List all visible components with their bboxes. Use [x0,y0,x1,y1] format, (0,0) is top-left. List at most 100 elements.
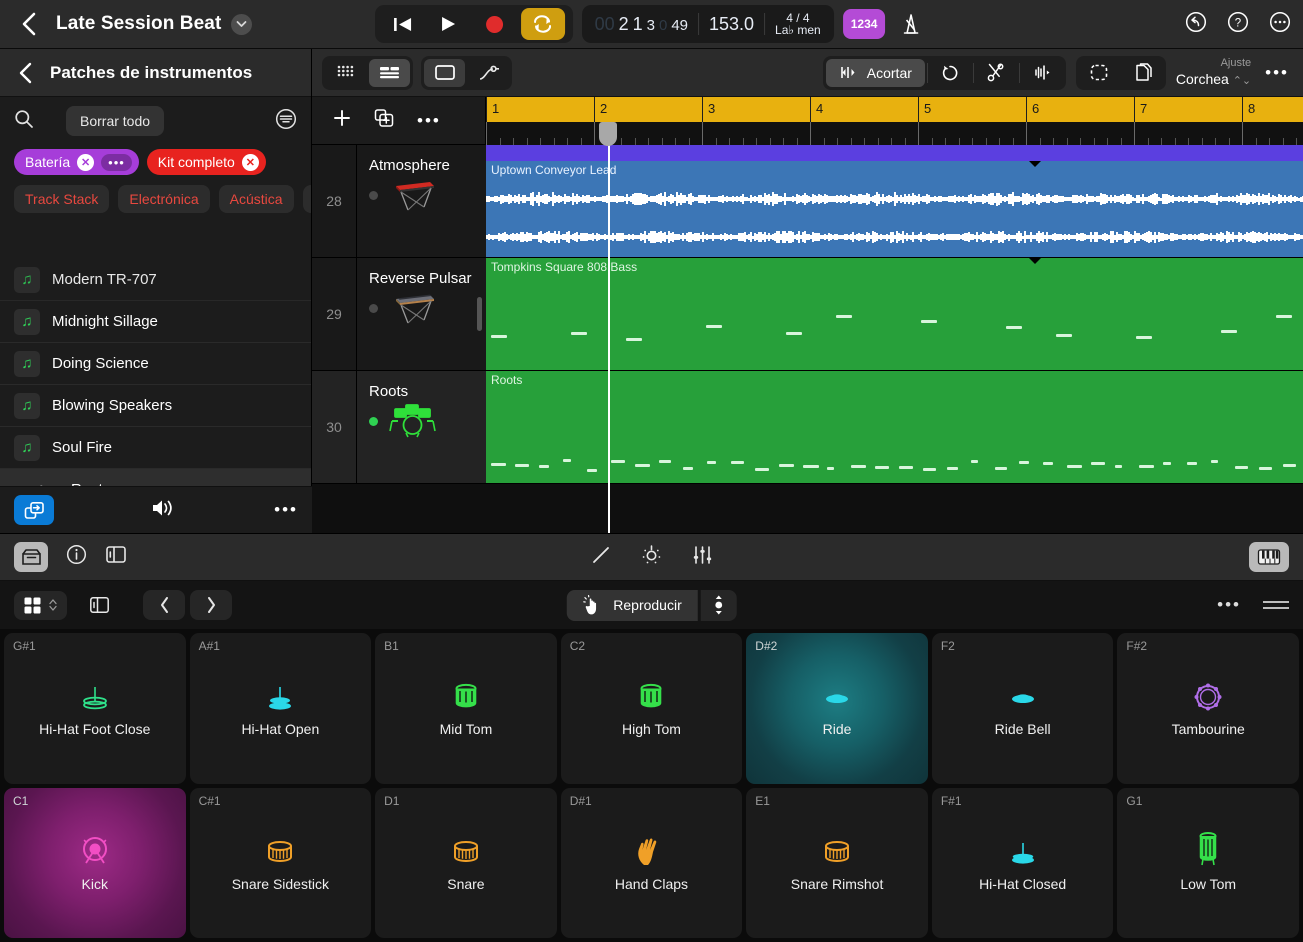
close-icon[interactable]: ✕ [77,153,95,171]
rewind-to-start-button[interactable] [383,9,423,39]
add-track-icon[interactable] [332,108,352,133]
piano-keyboard-icon[interactable] [1249,542,1289,572]
track-resize-handle[interactable] [477,297,482,331]
grid-view-icon[interactable] [325,59,366,87]
track-header-30[interactable]: 30 Roots [312,371,486,484]
filter-token-kit-completo[interactable]: Kit completo ✕ [146,149,266,175]
drum-pad[interactable]: G#1 Hi-Hat Foot Close [4,633,186,784]
count-in-button[interactable]: 1234 [842,9,886,39]
pad-more-button[interactable]: ••• [1217,595,1241,615]
drum-pad[interactable]: C2 High Tom [560,633,743,784]
drum-pad[interactable]: D#1 Hand Claps [560,787,743,938]
drum-pad[interactable]: F#1 Hi-Hat Closed [931,787,1114,938]
drum-pad[interactable]: G1 Low Tom [1117,787,1299,938]
list-item[interactable]: ♫ Modern TR-707 [0,259,311,301]
tempo-value[interactable]: 153.0 [709,14,754,35]
snap-control[interactable]: Ajuste Corchea ⌃⌄ [1176,57,1251,89]
track-record-dot[interactable] [369,417,378,426]
patch-list[interactable]: ♫ Modern TR-707 ♫ Midnight Sillage ♫ Doi… [0,259,311,486]
more-dots-icon[interactable]: ••• [274,500,298,520]
track-record-dot[interactable] [369,304,378,313]
pad-note-label: F#1 [940,793,962,808]
duplicate-track-icon[interactable] [374,108,395,133]
editor-toolbar [0,533,1303,581]
cycle-range-bar[interactable] [486,97,1303,122]
brightness-icon[interactable] [641,544,662,570]
trim-button[interactable]: Acortar [825,58,925,87]
help-icon[interactable]: ? [1227,11,1249,38]
drum-pad[interactable]: D#2 Ride [746,633,928,784]
back-button[interactable] [0,11,56,37]
metronome-icon[interactable] [894,13,928,35]
clear-all-button[interactable]: Borrar todo [66,106,165,136]
ruler-bar-3: 3 [702,97,715,122]
filter-token-bateria[interactable]: Batería ✕ ••• [14,149,139,175]
speaker-wave-icon[interactable] [150,497,178,524]
track-record-dot[interactable] [369,191,378,200]
track-list-icon[interactable] [369,58,410,87]
library-box-icon[interactable] [14,542,48,572]
chevron-down-icon[interactable] [231,13,253,35]
time-signature-key[interactable]: 4 / 4 La♭ men [775,12,821,37]
next-page-button[interactable] [190,590,232,620]
pad-label: Hi-Hat Foot Close [39,721,151,738]
list-item[interactable]: ♫ Midnight Sillage [0,301,311,343]
play-mode-button[interactable]: Reproducir [566,589,698,621]
drum-pad[interactable]: C#1 Snare Sidestick [189,787,372,938]
drum-pad[interactable]: E1 Snare Rimshot [746,787,928,938]
fade-icon[interactable] [1022,59,1063,87]
track-more-button[interactable]: ••• [417,111,441,131]
list-item[interactable]: ♫ Blowing Speakers [0,385,311,427]
side-panel-icon[interactable] [105,545,127,569]
close-icon[interactable]: ✕ [241,153,259,171]
drum-pad[interactable]: B1 Mid Tom [375,633,557,784]
side-panel-icon[interactable] [81,590,117,620]
category-chip-acustica[interactable]: Acústica [218,185,294,213]
prev-page-button[interactable] [143,590,185,620]
category-chip-track-stack[interactable]: Track Stack [14,185,110,213]
marquee-select-icon[interactable] [1079,59,1120,87]
pencil-icon[interactable] [591,545,611,570]
playhead-handle[interactable] [599,122,617,146]
loop-region-icon[interactable] [930,59,971,87]
track-header-29[interactable]: 29 Reverse Pulsar [312,258,486,371]
duplicate-icon[interactable] [1122,59,1163,87]
category-chip-hip-hop[interactable]: Hip Hop [302,185,311,213]
automation-curve-icon[interactable] [468,59,509,87]
play-button[interactable] [429,9,469,39]
arrange-body: ••• 1 2 3 4 5 6 7 8 28 Atmosphere 29 Rev… [312,97,1303,533]
layout-selector[interactable] [14,590,67,620]
drum-pad[interactable]: D1 Snare [375,787,557,938]
drum-pad[interactable]: F#2 Tambourine [1117,633,1299,784]
import-patch-button[interactable] [14,495,54,525]
track-header-28[interactable]: 28 Atmosphere [312,145,486,258]
velocity-button[interactable] [700,589,737,621]
resize-handle-icon[interactable] [1263,601,1289,609]
drum-pad-grid[interactable]: G#1 Hi-Hat Foot Close A#1 Hi-Hat Open B1 Mid … [0,629,1303,942]
region-lanes[interactable]: Uptown Conveyor Lead Tompkins Square 808… [486,145,1303,533]
list-item-selected[interactable]: ▶ Roots [0,469,311,486]
more-dots-icon[interactable]: ••• [101,153,132,171]
record-button[interactable] [475,9,515,39]
undo-icon[interactable] [1185,11,1207,38]
ruler-bar-7: 7 [1134,97,1147,122]
sliders-icon[interactable] [692,545,713,570]
drum-pad[interactable]: C1 Kick [4,787,186,938]
info-circle-icon[interactable] [66,544,87,570]
lcd-pos-leading: 00 [594,13,615,34]
arrange-more-button[interactable]: ••• [1265,63,1293,83]
more-circle-icon[interactable] [1269,11,1291,38]
hihat-open-icon [260,679,300,713]
drum-pad[interactable]: A#1 Hi-Hat Open [189,633,372,784]
list-item[interactable]: ♫ Doing Science [0,343,311,385]
filter-list-icon[interactable] [275,108,297,135]
patch-browser-back-button[interactable] [0,61,50,85]
marquee-rectangle-icon[interactable] [424,58,465,87]
cycle-button[interactable] [520,8,565,40]
list-item[interactable]: ♫ Soul Fire [0,427,311,469]
lcd-display[interactable]: 00 2 1 3 0 49 153.0 4 / 4 La♭ men [581,5,834,43]
search-icon[interactable] [14,109,34,134]
category-chip-electronica[interactable]: Electrónica [118,185,210,213]
drum-pad[interactable]: F2 Ride Bell [931,633,1114,784]
scissors-icon[interactable] [976,59,1017,87]
